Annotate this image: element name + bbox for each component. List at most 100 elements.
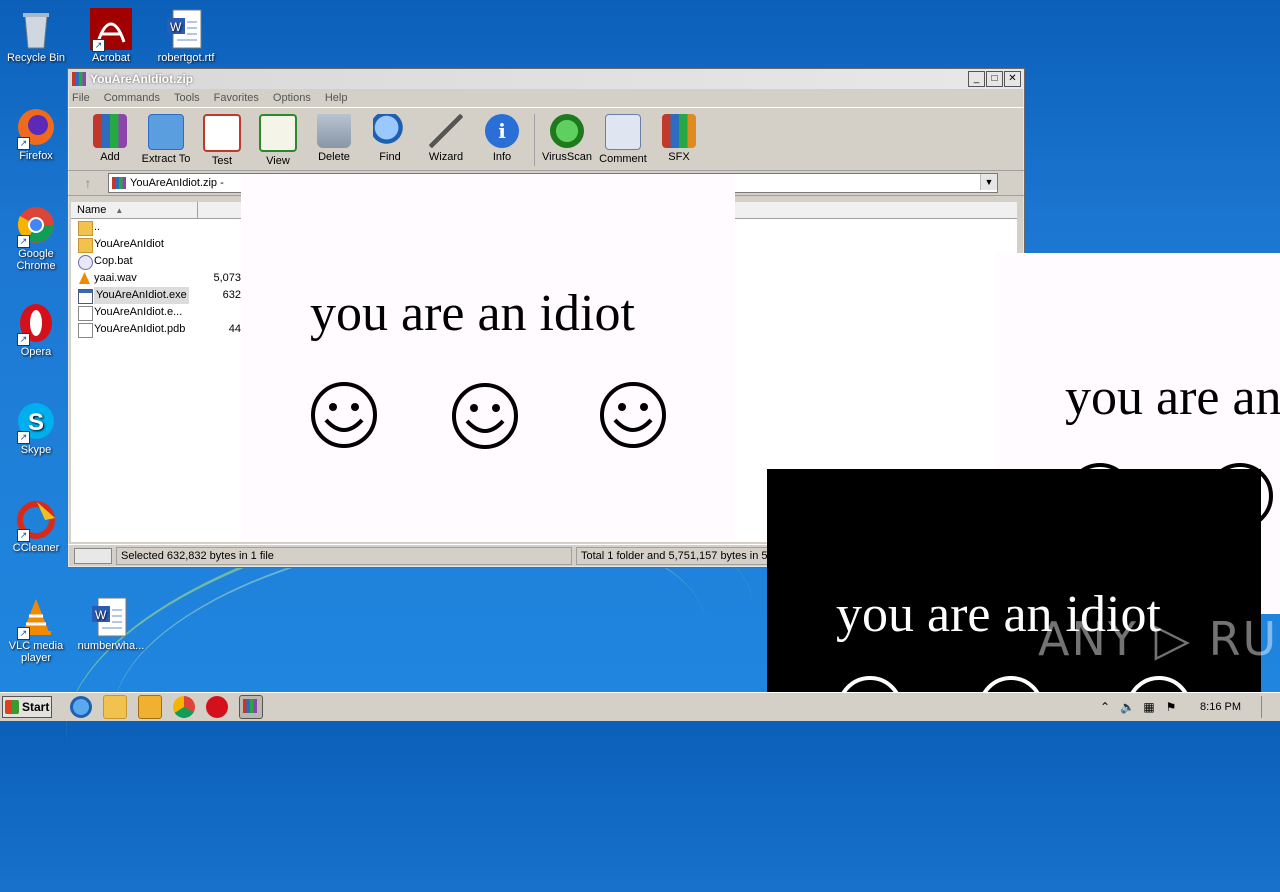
menu-bar: File Commands Tools Favorites Options He… (68, 89, 1024, 107)
book-icon (259, 114, 297, 152)
vlc-cone-icon: ↗ (15, 596, 57, 640)
desktop-icon-opera[interactable]: ↗ Opera (1, 302, 71, 358)
close-button[interactable]: ✕ (1004, 71, 1021, 87)
info-button[interactable]: i Info (474, 108, 530, 163)
smiley-icon (311, 382, 377, 448)
desktop-icon-google-chrome[interactable]: ↗ Google Chrome (1, 204, 71, 272)
desktop-icon-recycle-bin[interactable]: Recycle Bin (1, 8, 71, 64)
vlc-file-icon (78, 272, 91, 285)
test-button[interactable]: Test (194, 108, 250, 167)
chevron-up-icon[interactable]: ⌃ (1098, 700, 1112, 714)
maximize-button[interactable]: □ (986, 71, 1003, 87)
column-header-name[interactable]: Name ▲ (71, 202, 198, 218)
smiley-icon (600, 382, 666, 448)
explorer-folder-icon[interactable] (103, 695, 127, 719)
column-header-size[interactable] (192, 202, 243, 218)
opera-icon[interactable] (206, 696, 228, 718)
menu-options[interactable]: Options (273, 92, 311, 104)
media-player-icon[interactable] (138, 695, 162, 719)
taskbar: Start ⌃ 🔈 ▦ ⚑ 8:16 PM (0, 692, 1280, 721)
desktop-icon-label: Recycle Bin (6, 52, 66, 64)
menu-help[interactable]: Help (325, 92, 348, 104)
ie-icon[interactable] (70, 696, 92, 718)
info-icon: i (485, 114, 519, 148)
minimize-button[interactable]: _ (968, 71, 985, 87)
delete-button[interactable]: Delete (306, 108, 362, 163)
status-selected: Selected 632,832 bytes in 1 file (116, 547, 572, 565)
menu-favorites[interactable]: Favorites (214, 92, 259, 104)
desktop-icon-label: VLC media player (8, 640, 64, 664)
desktop-icon-vlc[interactable]: ↗ VLC media player (1, 596, 71, 664)
wizard-button[interactable]: Wizard (418, 108, 474, 163)
up-arrow-icon[interactable]: ↑ (74, 173, 102, 193)
desktop-icon-skype[interactable]: S ↗ Skype (1, 400, 71, 456)
shortcut-arrow-icon: ↗ (17, 137, 30, 150)
sfx-button[interactable]: SFX (651, 108, 707, 163)
delete-label: Delete (318, 151, 350, 163)
file-name: .. (94, 221, 101, 233)
comment-button[interactable]: Comment (595, 108, 651, 165)
shortcut-arrow-icon: ↗ (17, 529, 30, 542)
word-document-icon: W (90, 596, 132, 638)
desktop-icon-firefox[interactable]: ↗ Firefox (1, 106, 71, 162)
menu-file[interactable]: File (72, 92, 90, 104)
skype-icon: S ↗ (15, 400, 57, 444)
speaker-icon[interactable]: 🔈 (1120, 700, 1135, 714)
chrome-icon[interactable] (173, 696, 195, 718)
folder-icon (78, 221, 93, 236)
desktop-icon-label: Google Chrome (16, 248, 56, 272)
popup-text: you are an idiot (310, 285, 635, 342)
virusscan-button[interactable]: VirusScan (539, 108, 595, 163)
show-desktop-button[interactable] (1261, 696, 1270, 718)
virus-scan-icon (550, 114, 584, 148)
system-tray: ⌃ 🔈 ▦ ⚑ 8:16 PM (1098, 695, 1280, 719)
window-titlebar[interactable]: YouAreAnIdiot.zip _ □ ✕ (68, 69, 1024, 89)
find-button[interactable]: Find (362, 108, 418, 163)
anyrun-watermark: ANY ▷ RUN (1038, 612, 1280, 666)
start-label: Start (22, 700, 50, 714)
desktop-icon-ccleaner[interactable]: ↗ CCleaner (1, 498, 71, 554)
desktop-icon-acrobat[interactable]: ↗ Acrobat (76, 8, 146, 64)
start-button[interactable]: Start (2, 696, 52, 718)
winrar-taskbar-icon[interactable] (239, 695, 263, 719)
flag-icon[interactable]: ⚑ (1164, 700, 1178, 714)
extract-to-label: Extract To (141, 153, 191, 165)
file-name: YouAreAnIdiot.e... (94, 306, 183, 318)
shortcut-arrow-icon: ↗ (17, 627, 30, 640)
extract-to-button[interactable]: Extract To (138, 108, 194, 165)
word-document-icon: W (165, 8, 207, 50)
clock[interactable]: 8:16 PM (1200, 701, 1241, 713)
menu-tools[interactable]: Tools (174, 92, 200, 104)
desktop-icon-label: robertgot.rtf (157, 52, 215, 64)
shortcut-arrow-icon: ↗ (17, 235, 30, 248)
view-button[interactable]: View (250, 108, 306, 167)
file-icon (78, 323, 93, 338)
comment-icon (605, 114, 641, 150)
folder-icon (78, 238, 93, 253)
drive-icon[interactable] (74, 548, 112, 564)
add-archive-icon (93, 114, 127, 148)
menu-commands[interactable]: Commands (104, 92, 160, 104)
archive-icon (112, 177, 126, 189)
comment-label: Comment (599, 153, 647, 165)
toolbar-separator (534, 114, 535, 166)
network-icon[interactable]: ▦ (1142, 700, 1156, 714)
desktop-icon-label: Skype (20, 444, 52, 456)
magic-wand-icon (429, 114, 463, 148)
add-button[interactable]: Add (82, 108, 138, 163)
desktop-icon-numberwha[interactable]: W numberwha... (76, 596, 146, 652)
idiot-popup-window[interactable]: you are an idiot (241, 174, 735, 540)
desktop-icon-label: Firefox (19, 150, 53, 162)
chevron-down-icon[interactable]: ▼ (980, 174, 997, 190)
virusscan-label: VirusScan (542, 151, 592, 163)
folder-extract-icon (148, 114, 184, 150)
desktop-icon-robertgot-rtf[interactable]: W robertgot.rtf (151, 8, 221, 64)
address-text: YouAreAnIdiot.zip - (130, 177, 224, 189)
smiley-icon (1130, 676, 1188, 692)
firefox-icon: ↗ (15, 106, 57, 150)
file-name: Cop.bat (94, 255, 133, 267)
file-size: 5,073 (213, 272, 241, 284)
ccleaner-icon: ↗ (15, 498, 57, 542)
desktop-icon-label: Opera (20, 346, 52, 358)
shortcut-arrow-icon: ↗ (92, 39, 105, 52)
